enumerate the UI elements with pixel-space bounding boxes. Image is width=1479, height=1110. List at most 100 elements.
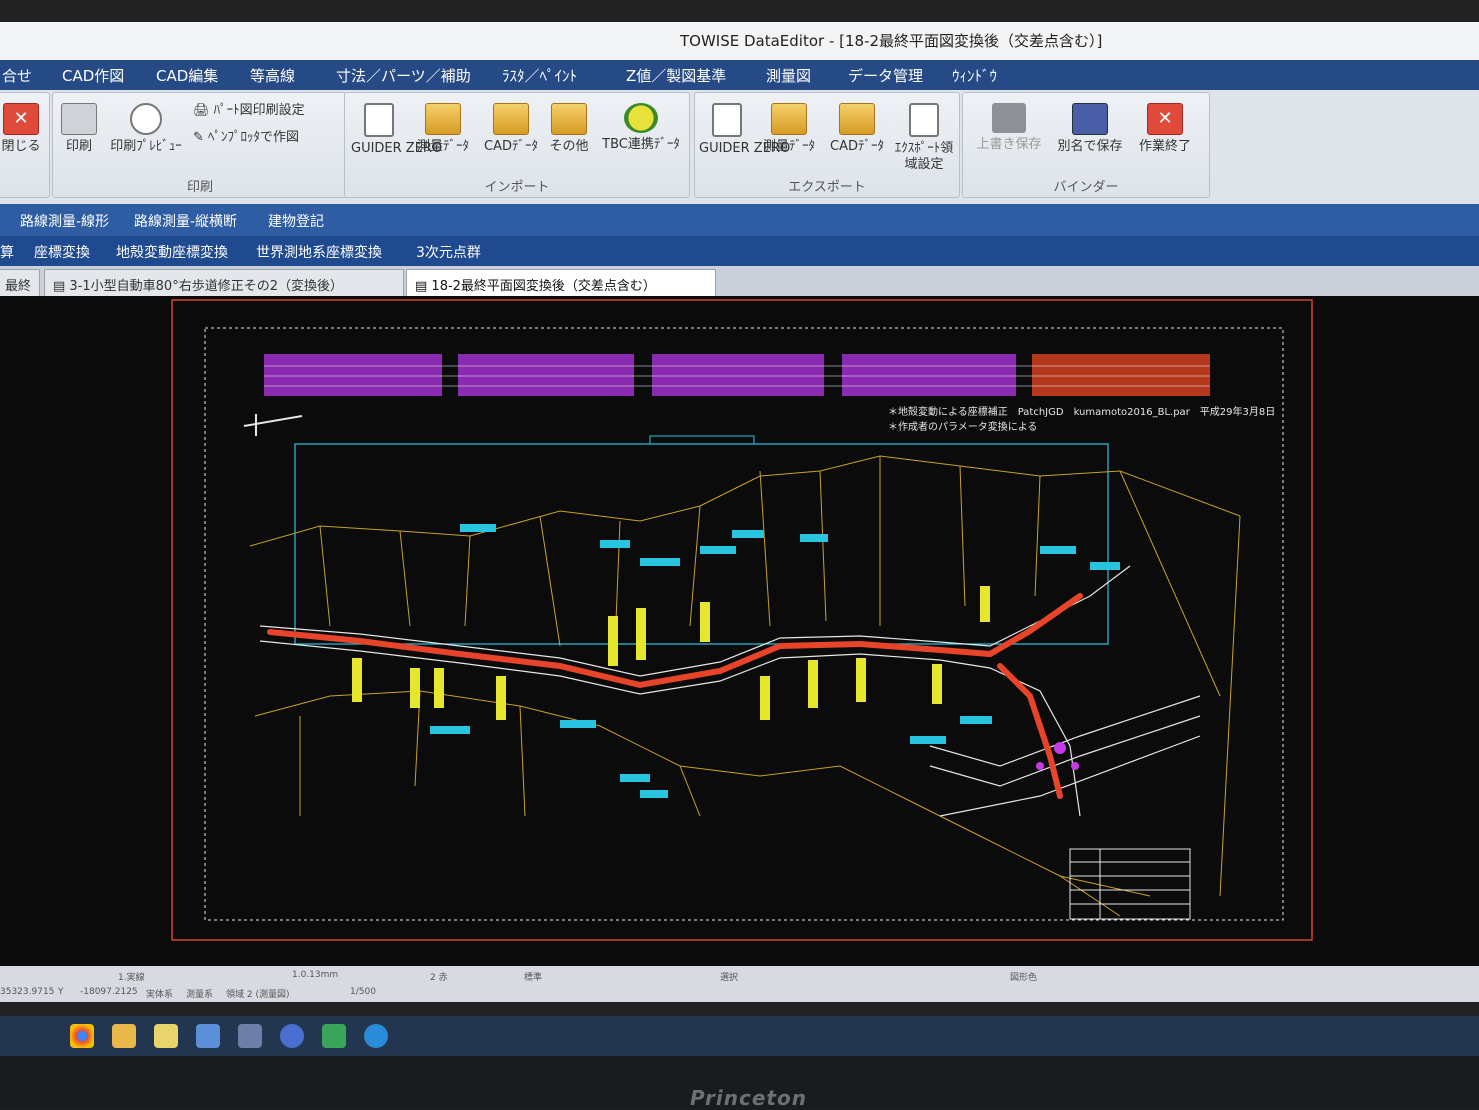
- mode-real: 実体系: [146, 990, 174, 1000]
- tool-tabs-row2: 算 座標変換 地殻変動座標変換 世界測地系座標変換 3次元点群: [0, 236, 1479, 266]
- import-guider-zero-button[interactable]: GUIDER ZERO: [351, 103, 442, 157]
- doc-tab-2[interactable]: ▤ 3-1小型自動車80°右歩道修正その2（変換後）: [44, 269, 404, 296]
- import-group-label: インポート: [484, 180, 550, 195]
- save-as-label: 別名で保存: [1057, 139, 1123, 154]
- doc-tab-1[interactable]: 最終: [0, 269, 40, 296]
- print-small-icon: 🖨: [193, 103, 214, 118]
- briefcase-icon: [425, 103, 461, 135]
- menu-item-z-value[interactable]: Z値／製図基準: [626, 65, 726, 86]
- status-bar: 1.実線 1.0.13mm 2 赤 標準 選択 図形色 35323.9715 Y…: [0, 966, 1479, 1002]
- print-preview-label: 印刷ﾌﾟﾚﾋﾞｭｰ: [110, 139, 182, 154]
- part-print-settings-button[interactable]: 🖨 ﾊﾟｰﾄ図印刷設定: [193, 99, 305, 118]
- spreadsheet-icon[interactable]: [322, 1024, 346, 1048]
- doc-icon: ▤: [53, 279, 70, 294]
- finish-work-button[interactable]: ✕ 作業終了: [1131, 103, 1199, 155]
- plotter-icon: ✎: [193, 130, 209, 145]
- menu-item-dimension[interactable]: 寸法／パーツ／補助: [336, 65, 471, 86]
- menu-item-window[interactable]: ｳｨﾝﾄﾞｳ: [952, 65, 997, 86]
- title-bar: TOWISE DataEditor - [18-2最終平面図変換後（交差点含む）…: [0, 22, 1479, 60]
- doc-tab-3[interactable]: ▤ 18-2最終平面図変換後（交差点含む）: [406, 269, 716, 296]
- menu-item-survey-map[interactable]: 測量図: [766, 65, 811, 86]
- printer-icon: [61, 103, 97, 135]
- export-guider-zero-button[interactable]: GUIDER ZERO: [699, 103, 790, 157]
- export-cad-data-button[interactable]: CADﾃﾞｰﾀ: [823, 103, 891, 155]
- import-survey-data-button[interactable]: 測量ﾃﾞｰﾀ: [407, 103, 479, 155]
- import-cad-data-button[interactable]: CADﾃﾞｰﾀ: [477, 103, 545, 155]
- chrome-icon[interactable]: [70, 1024, 94, 1048]
- area-indicator: 領域 2 (測量図): [226, 990, 290, 1000]
- tab-calc[interactable]: 算: [0, 242, 14, 262]
- export-area-settings-button[interactable]: ｴｸｽﾎﾟｰﾄ領域設定: [891, 103, 957, 173]
- import-group: GUIDER ZERO 測量ﾃﾞｰﾀ CADﾃﾞｰﾀ その他 TBC連携ﾃﾞｰﾀ…: [344, 92, 690, 198]
- cad-drawing: ＊地殻変動による座標補正 PatchJGD kumamoto2016_BL.pa…: [0, 296, 1479, 966]
- calculator-icon[interactable]: [238, 1024, 262, 1048]
- towise-icon[interactable]: [364, 1024, 388, 1048]
- tab-route-survey-profile[interactable]: 路線測量-縦横断: [134, 211, 237, 231]
- floppy-icon: [1072, 103, 1108, 135]
- close-button[interactable]: ✕ 閉じる: [1, 103, 41, 155]
- scale-indicator: 1/500: [350, 987, 376, 997]
- briefcase-icon: [771, 103, 807, 135]
- pen-plotter-label: ﾍﾟﾝﾌﾟﾛｯﾀで作図: [208, 130, 300, 145]
- export-group-label: エクスポート: [788, 180, 866, 195]
- document-import-icon: [364, 103, 394, 137]
- drawing-note-2: ＊作成者のパラメータ変換による: [888, 420, 1037, 433]
- finish-work-label: 作業終了: [1138, 139, 1191, 154]
- tool-tabs-row1: 路線測量-線形 路線測量-縦横断 建物登記: [0, 204, 1479, 236]
- app-icon[interactable]: [154, 1024, 178, 1048]
- screen: TOWISE DataEditor - [18-2最終平面図変換後（交差点含む）…: [0, 0, 1479, 1060]
- line-type-select[interactable]: 1.実線: [118, 970, 145, 983]
- binder-group-label: バインダー: [1053, 180, 1119, 195]
- menu-item-cad-draw[interactable]: CAD作図: [62, 65, 124, 86]
- menu-item-awase[interactable]: 合せ: [2, 65, 32, 86]
- export-area-icon: [909, 103, 939, 137]
- briefcase-icon: [551, 103, 587, 135]
- media-icon[interactable]: [280, 1024, 304, 1048]
- tab-3d-point-cloud[interactable]: 3次元点群: [416, 242, 481, 262]
- shape-color-select[interactable]: 図形色: [1010, 970, 1037, 983]
- print-group: 印刷 印刷ﾌﾟﾚﾋﾞｭｰ 🖨 ﾊﾟｰﾄ図印刷設定 ✎ ﾍﾟﾝﾌﾟﾛｯﾀで作図 印…: [52, 92, 348, 198]
- pen-plotter-button[interactable]: ✎ ﾍﾟﾝﾌﾟﾛｯﾀで作図: [193, 126, 299, 145]
- line-width-select[interactable]: 1.0.13mm: [292, 970, 338, 980]
- export-survey-data-button[interactable]: 測量ﾃﾞｰﾀ: [753, 103, 825, 155]
- select-tool[interactable]: 選択: [720, 970, 738, 983]
- title-blocks: [264, 354, 1210, 396]
- menu-item-raster[interactable]: ﾗｽﾀ／ﾍﾟｲﾝﾄ: [502, 65, 577, 86]
- import-tbc-button[interactable]: TBC連携ﾃﾞｰﾀ: [595, 103, 687, 153]
- color-select[interactable]: 2 赤: [430, 970, 448, 983]
- mode-survey: 測量系: [186, 990, 214, 1000]
- tab-coordinate-conversion[interactable]: 座標変換: [34, 242, 90, 262]
- coord-y-label: Y: [58, 987, 64, 997]
- print-button[interactable]: 印刷: [59, 103, 99, 155]
- print-group-label: 印刷: [186, 180, 213, 195]
- magnifier-icon: [130, 103, 162, 135]
- close-icon: ✕: [1147, 103, 1183, 135]
- save-icon: [992, 103, 1026, 133]
- close-button-label: 閉じる: [1, 139, 41, 154]
- menu-item-data-management[interactable]: データ管理: [848, 65, 923, 86]
- drawing-note-1: ＊地殻変動による座標補正 PatchJGD kumamoto2016_BL.pa…: [888, 405, 1275, 418]
- briefcase-icon: [493, 103, 529, 135]
- tab-world-geodetic[interactable]: 世界測地系座標変換: [256, 242, 382, 262]
- export-group: GUIDER ZERO 測量ﾃﾞｰﾀ CADﾃﾞｰﾀ ｴｸｽﾎﾟｰﾄ領域設定 エ…: [694, 92, 960, 198]
- import-other-button[interactable]: その他: [545, 103, 593, 155]
- briefcase-icon: [839, 103, 875, 135]
- style-select[interactable]: 標準: [524, 970, 542, 983]
- print-preview-button[interactable]: 印刷ﾌﾟﾚﾋﾞｭｰ: [105, 103, 187, 155]
- network-icon[interactable]: [196, 1024, 220, 1048]
- doc-tab-3-label: 18-2最終平面図変換後（交差点含む）: [431, 279, 656, 294]
- overwrite-save-button[interactable]: 上書き保存: [971, 103, 1047, 153]
- tab-crustal-deformation[interactable]: 地殻変動座標変換: [116, 242, 228, 262]
- globe-icon: [624, 103, 658, 133]
- menu-item-contour[interactable]: 等高線: [250, 65, 295, 86]
- close-icon: ✕: [3, 103, 39, 135]
- tab-building-registration[interactable]: 建物登記: [268, 211, 324, 231]
- drawing-canvas[interactable]: ＊地殻変動による座標補正 PatchJGD kumamoto2016_BL.pa…: [0, 296, 1479, 966]
- menu-item-cad-edit[interactable]: CAD編集: [156, 65, 218, 86]
- doc-tab-2-label: 3-1小型自動車80°右歩道修正その2（変換後）: [69, 279, 343, 294]
- tab-route-survey-alignment[interactable]: 路線測量-線形: [20, 211, 109, 231]
- folder-icon[interactable]: [112, 1024, 136, 1048]
- export-survey-data-label: 測量ﾃﾞｰﾀ: [762, 139, 815, 154]
- save-as-button[interactable]: 別名で保存: [1051, 103, 1129, 155]
- close-group: ✕ 閉じる: [0, 92, 50, 198]
